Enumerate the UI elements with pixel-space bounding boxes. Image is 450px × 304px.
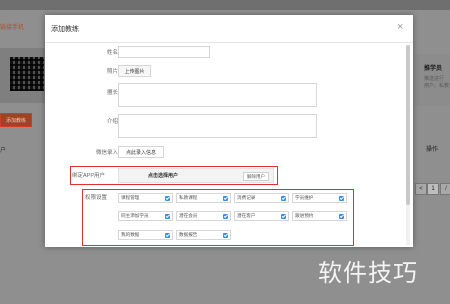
background-column-label: 户 xyxy=(0,148,7,154)
permission-item[interactable]: 私教课程 xyxy=(176,193,231,203)
scrollbar-thumb[interactable] xyxy=(406,45,410,205)
pager-page-input[interactable]: 1 xyxy=(427,183,439,195)
permission-item[interactable]: 学员维护 xyxy=(292,193,347,203)
qr-code-icon xyxy=(10,57,44,91)
permission-item[interactable]: 同主添加学员 xyxy=(118,211,173,221)
specialty-label: 擅长 xyxy=(106,90,118,96)
add-coach-button[interactable]: 添加教练 xyxy=(0,113,32,127)
checkbox-checked-icon[interactable] xyxy=(165,233,170,238)
permission-item[interactable]: 课程管理 xyxy=(118,193,173,203)
dialog-title: 添加教练 xyxy=(51,26,79,33)
checkbox-checked-icon[interactable] xyxy=(281,196,286,201)
background-right-subtitle: 推送进行 用户。私教 xyxy=(424,76,450,89)
checkbox-checked-icon[interactable] xyxy=(165,196,170,201)
dialog-body: 姓名 照片 上传图片 擅长 介绍 微信录入 点此录入信息 绑定APP用户 点击选… xyxy=(45,43,413,247)
select-user-text[interactable]: 点击选择用户 xyxy=(148,172,178,179)
close-icon[interactable]: × xyxy=(397,21,403,33)
intro-textarea[interactable] xyxy=(118,114,317,138)
permission-item[interactable]: 跟进预约 xyxy=(292,211,347,221)
background-topbar xyxy=(0,0,450,10)
specialty-textarea[interactable] xyxy=(118,83,317,107)
checkbox-checked-icon[interactable] xyxy=(339,214,344,219)
background-right-title: 推学员 xyxy=(424,66,443,72)
checkbox-checked-icon[interactable] xyxy=(339,196,344,201)
permission-item[interactable]: 我的数据 xyxy=(118,230,173,240)
bind-app-user-label: 绑定APP用户 xyxy=(72,173,106,179)
background-nav-link[interactable]: 链接手机 xyxy=(0,22,24,31)
checkbox-checked-icon[interactable] xyxy=(281,214,286,219)
upload-image-button[interactable]: 上传图片 xyxy=(118,65,151,77)
checkbox-checked-icon[interactable] xyxy=(223,233,228,238)
import-label: 微信录入 xyxy=(95,150,118,156)
intro-label: 介绍 xyxy=(106,119,118,125)
checkbox-checked-icon[interactable] xyxy=(223,196,228,201)
permissions-label: 权限设置 xyxy=(85,195,108,201)
permission-item[interactable]: 数据报告 xyxy=(176,230,231,240)
background-op-header: 操作 xyxy=(426,147,439,153)
add-coach-dialog: 添加教练 × 姓名 照片 上传图片 擅长 介绍 微信录入 点此录入信息 绑定AP… xyxy=(45,15,413,247)
dialog-header: 添加教练 × xyxy=(45,15,413,43)
dialog-scrollbar[interactable] xyxy=(406,45,410,245)
checkbox-checked-icon[interactable] xyxy=(165,214,170,219)
pager-total: / xyxy=(440,183,450,195)
permission-item[interactable]: 潜在会员 xyxy=(176,211,231,221)
permission-item[interactable]: 潜在客户 xyxy=(234,211,289,221)
import-info-button[interactable]: 点此录入信息 xyxy=(118,146,164,158)
unbind-user-button[interactable]: 解除用户 xyxy=(243,172,269,181)
name-input[interactable] xyxy=(118,46,210,58)
photo-label: 照片 xyxy=(106,69,118,75)
pager-prev-button[interactable]: < xyxy=(415,183,427,195)
watermark-text: 软件技巧 xyxy=(318,259,418,287)
permission-item[interactable]: 消费记录 xyxy=(234,193,289,203)
name-label: 姓名 xyxy=(106,50,118,56)
checkbox-checked-icon[interactable] xyxy=(223,214,228,219)
